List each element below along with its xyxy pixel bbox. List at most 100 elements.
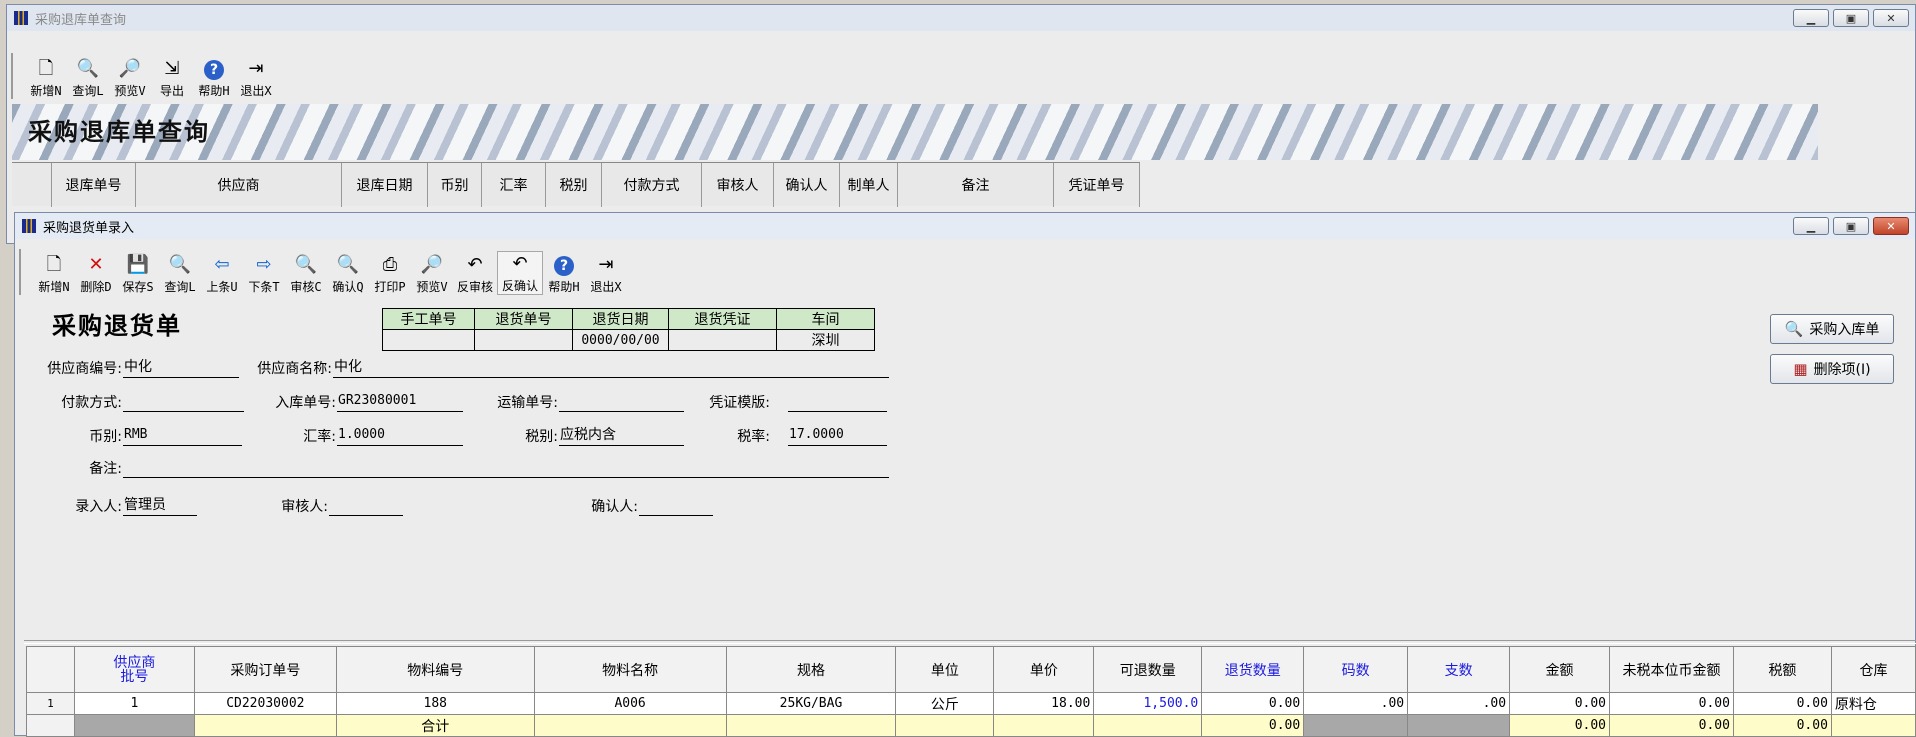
close-button[interactable]: ✕ — [1873, 9, 1909, 27]
query-col-header[interactable]: 退库日期 — [342, 163, 428, 207]
export-icon: ⇲ — [164, 58, 180, 79]
toolbar-unconfirm-button[interactable]: ↶ 反确认 — [497, 251, 544, 295]
cell-size[interactable]: .00 — [1303, 692, 1409, 715]
currency-field[interactable]: RMB — [123, 426, 242, 446]
toolbar-preview-button[interactable]: 🔎 预览V — [109, 55, 151, 99]
confirmer-field[interactable] — [639, 496, 713, 516]
currency-label: 币别: — [89, 429, 122, 445]
remark-field[interactable] — [123, 458, 889, 478]
tax-type-field[interactable]: 应税内含 — [559, 426, 684, 446]
cell-material-name[interactable]: A006 — [533, 692, 727, 715]
maximize-button[interactable]: ▣ — [1833, 9, 1869, 27]
toolbar-confirm-button[interactable]: 🔍 确认Q — [327, 251, 369, 295]
col-supplier-batch[interactable]: 供应商 批号 — [73, 646, 195, 693]
toolbar-exit-button[interactable]: ⇥ 退出X — [585, 251, 627, 295]
voucher-template-field[interactable] — [788, 392, 887, 412]
cell-tax[interactable]: 0.00 — [1732, 692, 1832, 715]
minimize-button[interactable]: ▁ — [1793, 217, 1829, 235]
delete-item-button[interactable]: ▦ 删除项(I) — [1770, 354, 1894, 384]
toolbar-delete-button[interactable]: ✕ 删除D — [75, 251, 117, 295]
workshop-value[interactable]: 深圳 — [776, 329, 875, 351]
supplier-code-field[interactable]: 中化 — [123, 358, 239, 378]
transport-no-field[interactable] — [559, 392, 684, 412]
creator-field[interactable]: 管理员 — [123, 496, 197, 516]
toolbar-save-button[interactable]: 💾 保存S — [117, 251, 159, 295]
cell-pieces[interactable]: .00 — [1407, 692, 1511, 715]
cell-amount[interactable]: 0.00 — [1509, 692, 1610, 715]
next-icon: ⇨ — [256, 254, 272, 275]
toolbar-prev-button[interactable]: ⇦ 上条U — [201, 251, 243, 295]
cell-return-qty[interactable]: 0.00 — [1201, 692, 1305, 715]
supplier-name-field[interactable]: 中化 — [333, 358, 889, 378]
query-col-header[interactable]: 供应商 — [136, 163, 342, 207]
minimize-button[interactable]: ▁ — [1793, 9, 1829, 27]
return-voucher-value[interactable] — [668, 329, 777, 351]
close-button[interactable]: ✕ — [1873, 217, 1909, 235]
col-material-code[interactable]: 物料编号 — [335, 646, 535, 693]
col-amount[interactable]: 金额 — [1509, 646, 1610, 693]
total-cell — [533, 714, 727, 737]
query-col-header[interactable]: 退库单号 — [52, 163, 136, 207]
col-pieces[interactable]: 支数 — [1407, 646, 1511, 693]
col-warehouse[interactable]: 仓库 — [1830, 646, 1916, 693]
col-unit[interactable]: 单位 — [895, 646, 995, 693]
toolbar-exit-button[interactable]: ⇥ 退出X — [235, 55, 277, 99]
cell-spec[interactable]: 25KG/BAG — [725, 692, 897, 715]
query-col-header[interactable]: 币别 — [428, 163, 482, 207]
table-row[interactable]: 1 1 CD22030002 188 A006 25KG/BAG 公斤 18.0… — [26, 692, 1916, 715]
auditor-field[interactable] — [329, 496, 403, 516]
toolbar-new-doc-button[interactable]: 🗋 新增N — [25, 55, 67, 99]
col-spec[interactable]: 规格 — [725, 646, 897, 693]
return-date-value[interactable]: 0000/00/00 — [572, 329, 669, 351]
purchase-receipt-button[interactable]: 🔍 采购入库单 — [1770, 314, 1894, 344]
cell-warehouse[interactable]: 原料仓 — [1830, 692, 1916, 715]
toolbar-query-button[interactable]: 🔍 查询L — [67, 55, 109, 99]
query-col-header[interactable]: 付款方式 — [602, 163, 702, 207]
toolbar-preview-button[interactable]: 🔎 预览V — [411, 251, 453, 295]
payment-field[interactable] — [123, 392, 244, 412]
cell-po-no[interactable]: CD22030002 — [193, 692, 337, 715]
rate-field[interactable]: 1.0000 — [337, 426, 463, 446]
col-material-name[interactable]: 物料名称 — [533, 646, 727, 693]
confirmer-label: 确认人: — [591, 499, 638, 515]
toolbar-audit-button[interactable]: 🔍 审核C — [285, 251, 327, 295]
cell-unit[interactable]: 公斤 — [895, 692, 995, 715]
query-col-header[interactable]: 审核人 — [702, 163, 774, 207]
entry-window-titlebar[interactable]: 采购退货单录入 ▁ ▣ ✕ — [15, 213, 1915, 239]
header-return-no: 退货单号 — [474, 308, 573, 330]
col-tax[interactable]: 税额 — [1732, 646, 1832, 693]
toolbar-help-button[interactable]: ? 帮助H — [193, 55, 235, 99]
col-return-qty[interactable]: 退货数量 — [1201, 646, 1305, 693]
toolbar-query-button[interactable]: 🔍 查询L — [159, 251, 201, 295]
query-col-header[interactable]: 备注 — [898, 163, 1054, 207]
col-returnable-qty[interactable]: 可退数量 — [1093, 646, 1203, 693]
tax-rate-field[interactable]: 17.0000 — [788, 426, 887, 446]
cell-material-code[interactable]: 188 — [335, 692, 535, 715]
query-col-header[interactable]: 制单人 — [840, 163, 898, 207]
col-po-no[interactable]: 采购订单号 — [193, 646, 337, 693]
col-size[interactable]: 码数 — [1303, 646, 1409, 693]
row-number[interactable]: 1 — [26, 692, 75, 715]
col-unit-price[interactable]: 单价 — [993, 646, 1095, 693]
query-col-header[interactable]: 凭证单号 — [1054, 163, 1140, 207]
toolbar-next-button[interactable]: ⇨ 下条T — [243, 251, 285, 295]
cell-returnable-qty[interactable]: 1,500.0 — [1093, 692, 1203, 715]
toolbar-export-button[interactable]: ⇲ 导出 — [151, 55, 193, 99]
cell-untaxed-amount[interactable]: 0.00 — [1609, 692, 1734, 715]
cell-supplier-batch[interactable]: 1 — [73, 692, 195, 715]
maximize-button[interactable]: ▣ — [1833, 217, 1869, 235]
query-col-header[interactable]: 汇率 — [482, 163, 546, 207]
toolbar-label: 删除D — [80, 280, 112, 294]
receipt-no-field[interactable]: GR23080001 — [337, 392, 463, 412]
toolbar-print-button[interactable]: ⎙ 打印P — [369, 251, 411, 295]
query-col-header[interactable]: 确认人 — [774, 163, 840, 207]
return-no-value[interactable] — [474, 329, 573, 351]
toolbar-unaudit-button[interactable]: ↶ 反审核 — [453, 251, 497, 295]
manual-no-value[interactable] — [382, 329, 475, 351]
col-untaxed-amount[interactable]: 未税本位币金额 — [1609, 646, 1734, 693]
query-window-titlebar[interactable]: 采购退库单查询 ▁ ▣ ✕ — [7, 5, 1915, 31]
query-col-header[interactable]: 税别 — [546, 163, 602, 207]
cell-unit-price[interactable]: 18.00 — [993, 692, 1095, 715]
toolbar-new-doc-button[interactable]: 🗋 新增N — [33, 251, 75, 295]
toolbar-help-button[interactable]: ? 帮助H — [543, 251, 585, 295]
